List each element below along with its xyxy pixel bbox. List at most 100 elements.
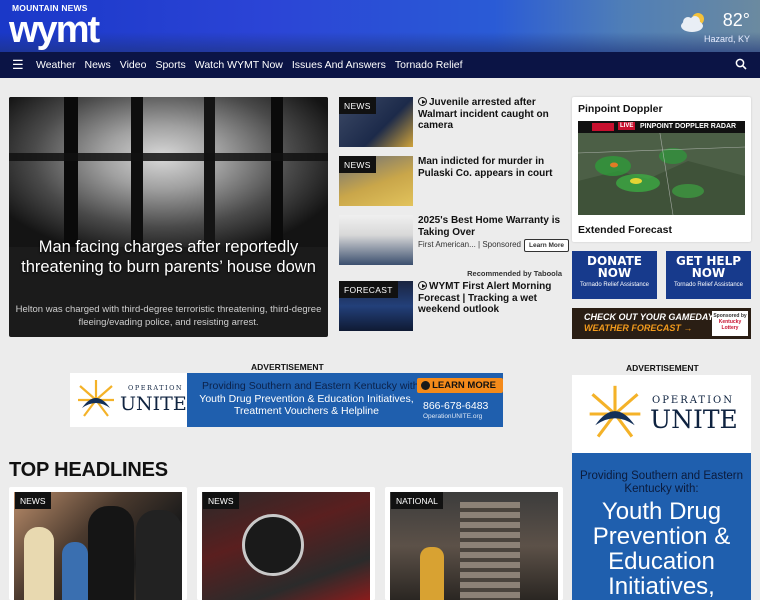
doppler-widget[interactable]: Pinpoint Doppler LIVE PINPOINT DOPPLER R… (572, 97, 751, 242)
gameday-line2: WEATHER FORECAST → (584, 323, 693, 333)
ad-line2: Youth Drug Prevention & Education Initia… (199, 393, 414, 417)
headline-card[interactable]: NEWS (197, 487, 375, 600)
story-thumbnail[interactable]: FORECAST (339, 281, 413, 331)
extended-forecast-link[interactable]: Extended Forecast (578, 224, 672, 236)
radar-live-badge: LIVE (618, 122, 636, 130)
nav-item-weather[interactable]: Weather (36, 59, 76, 71)
video-play-icon (418, 97, 427, 106)
radar-image (578, 121, 745, 215)
feature-headline[interactable]: Man facing charges after reportedly thre… (9, 237, 328, 277)
donate-subtitle: Tornado Relief Assistance (579, 282, 650, 288)
photo-figure (24, 527, 54, 600)
story-thumbnail[interactable]: NEWS (339, 156, 413, 206)
card-tag: NEWS (15, 492, 51, 509)
gameday-text: CHECK OUT YOUR GAMEDAY WEATHER FORECAST … (584, 312, 714, 334)
photo-figure (136, 510, 182, 600)
brand-big: UNITE (650, 405, 738, 434)
logo-callsign: wymt (9, 9, 100, 51)
starburst-logo-icon (589, 385, 641, 438)
radar-title: PINPOINT DOPPLER RADAR (640, 123, 737, 130)
story-tag: NEWS (339, 97, 376, 114)
story-title[interactable]: 2025's Best Home Warranty is Taking Over (418, 215, 564, 238)
donate-title: DONATE NOW (587, 254, 642, 280)
card-tag: NEWS (203, 492, 239, 509)
learn-more-button[interactable]: Learn More (524, 239, 570, 252)
story-item[interactable]: FORECAST WYMT First Alert Morning Foreca… (339, 281, 562, 331)
gameday-line1: CHECK OUT YOUR GAMEDAY (584, 312, 714, 322)
header-landscape (0, 32, 760, 52)
advertisement-label: ADVERTISEMENT (251, 362, 324, 372)
photo-firefighter (420, 547, 444, 600)
photo-bar (131, 97, 143, 247)
photo-bar (204, 97, 215, 247)
top-headlines-heading: TOP HEADLINES (9, 459, 168, 481)
story-title[interactable]: WYMT First Alert Morning Forecast | Trac… (418, 281, 564, 316)
sponsored-meta: First American... | Sponsored Learn More (418, 239, 570, 252)
story-item[interactable]: NEWS Juvenile arrested after Walmart inc… (339, 97, 562, 147)
photo-crossbar (9, 153, 328, 161)
taboola-label[interactable]: Recommended by Taboola (339, 269, 562, 278)
ad-message: Providing Southern and Eastern Kentucky … (187, 373, 503, 427)
ad-url: OperationUNITE.org (423, 413, 483, 420)
story-item[interactable]: NEWS Man indicted for murder in Pulaski … (339, 156, 562, 206)
station-logo[interactable]: MOUNTAIN NEWS wymt (9, 4, 100, 51)
operation-unite-side-ad[interactable]: OPERATION UNITE Providing Southern and E… (572, 375, 751, 600)
side-ad-message: Providing Southern and Eastern Kentucky … (572, 453, 751, 600)
feature-story[interactable]: Man facing charges after reportedly thre… (9, 97, 328, 337)
advertisement-label: ADVERTISEMENT (626, 363, 699, 373)
weather-location: Hazard, KY (703, 34, 750, 44)
headline-card[interactable]: NATIONAL (385, 487, 563, 600)
hamburger-menu-icon[interactable]: ☰ (12, 57, 30, 73)
photo-bar (271, 97, 283, 247)
help-title: GET HELP NOW (675, 254, 742, 280)
donate-now-button[interactable]: DONATE NOW Tornado Relief Assistance (572, 251, 657, 299)
sponsor-name: Kentucky Lottery (718, 319, 742, 331)
nav-item-watch-live[interactable]: Watch WYMT Now (195, 59, 283, 71)
brand-big: UNITE (120, 393, 187, 415)
photo-emblem (242, 514, 304, 576)
nav-item-news[interactable]: News (85, 59, 111, 71)
story-thumbnail[interactable] (339, 215, 413, 265)
current-temperature: 82° (722, 10, 750, 30)
ad-learn-more-button[interactable]: LEARN MORE (417, 378, 503, 393)
gameday-forecast-banner[interactable]: CHECK OUT YOUR GAMEDAY WEATHER FORECAST … (572, 308, 751, 339)
nav-item-sports[interactable]: Sports (155, 59, 185, 71)
search-icon[interactable] (735, 58, 747, 70)
headline-card[interactable]: NEWS (9, 487, 187, 600)
photo-building (460, 502, 520, 600)
nav-item-issues-and-answers[interactable]: Issues And Answers (292, 59, 386, 71)
story-thumbnail[interactable]: NEWS (339, 97, 413, 147)
ad-cta-text: LEARN MORE (432, 380, 496, 391)
ad-line1: Providing Southern and Eastern Kentucky … (202, 380, 422, 392)
radar-map[interactable]: LIVE PINPOINT DOPPLER RADAR (578, 121, 745, 215)
doppler-title[interactable]: Pinpoint Doppler (578, 103, 663, 115)
play-arrow-icon (421, 381, 430, 390)
operation-unite-banner-ad[interactable]: OPERATION UNITE Providing Southern and E… (70, 373, 503, 427)
partly-cloudy-icon (681, 13, 704, 32)
brand-small: OPERATION (128, 384, 184, 392)
story-title[interactable]: Man indicted for murder in Pulaski Co. a… (418, 156, 564, 179)
side-ad-line2: Youth Drug Prevention & Education Initia… (592, 498, 731, 600)
sponsor-logo: Sponsored by Kentucky Lottery (712, 311, 748, 336)
site-header: MOUNTAIN NEWS wymt 82° Hazard, KY (0, 0, 760, 52)
feature-summary: Helton was charged with third-degree ter… (15, 304, 322, 328)
ad-phone: 866-678-6483 (423, 400, 489, 412)
main-navigation: ☰ Weather News Video Sports Watch WYMT N… (0, 52, 760, 78)
photo-figure (62, 542, 88, 600)
nav-item-tornado-relief[interactable]: Tornado Relief (395, 59, 463, 71)
nav-item-video[interactable]: Video (120, 59, 147, 71)
story-tag: NEWS (339, 156, 376, 173)
help-subtitle: Tornado Relief Assistance (673, 282, 744, 288)
operation-unite-logo: OPERATION UNITE (70, 373, 187, 427)
side-ad-line1: Providing Southern and Eastern Kentucky … (579, 470, 744, 495)
sponsored-story[interactable]: 2025's Best Home Warranty is Taking Over… (339, 215, 570, 265)
story-title[interactable]: Juvenile arrested after Walmart incident… (418, 97, 564, 132)
story-title-text: WYMT First Alert Morning Forecast | Trac… (418, 281, 552, 315)
card-tag: NATIONAL (391, 492, 443, 509)
story-title-text: Juvenile arrested after Walmart incident… (418, 97, 549, 131)
story-tag: FORECAST (339, 281, 398, 298)
get-help-now-button[interactable]: GET HELP NOW Tornado Relief Assistance (666, 251, 751, 299)
starburst-logo-icon (78, 380, 114, 417)
video-play-icon (418, 281, 427, 290)
weather-widget[interactable]: 82° Hazard, KY (670, 8, 750, 48)
